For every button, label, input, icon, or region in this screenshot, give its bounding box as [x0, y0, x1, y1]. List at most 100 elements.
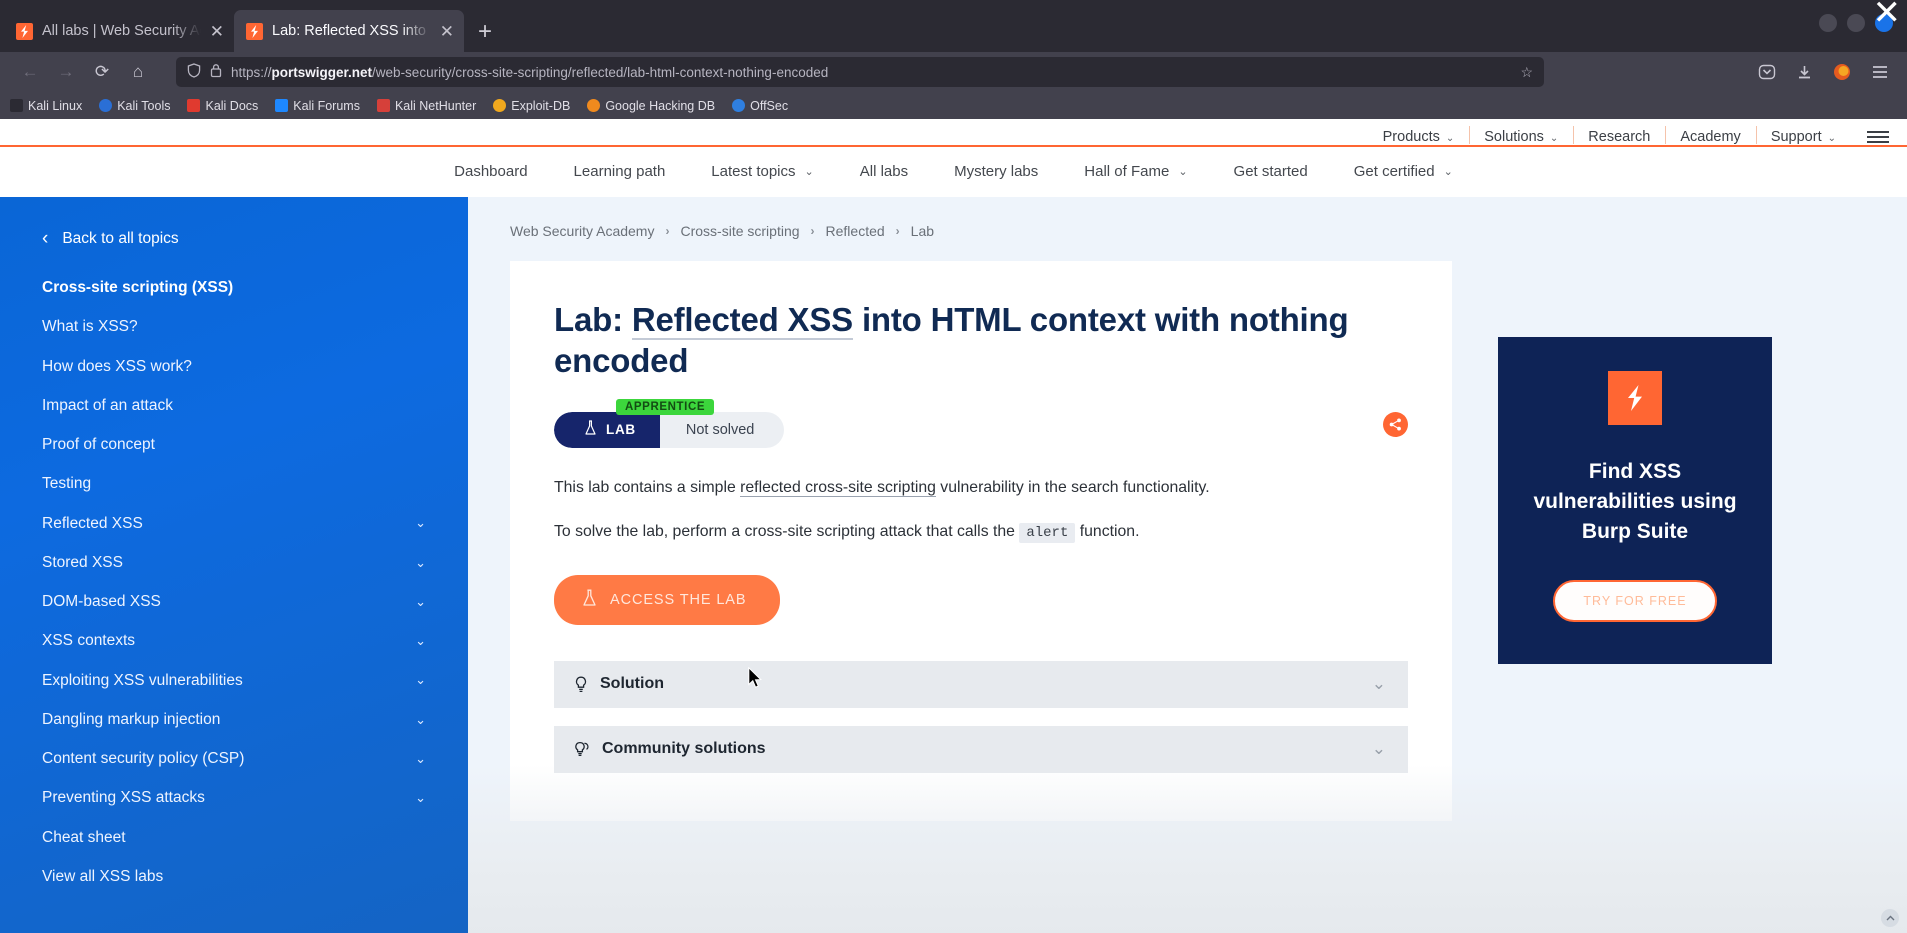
try-for-free-button[interactable]: TRY FOR FREE — [1553, 580, 1717, 623]
chevron-down-icon[interactable]: ⌄ — [415, 670, 426, 690]
academy-nav-mystery-labs[interactable]: Mystery labs — [931, 163, 1061, 180]
breadcrumb-item-lab: Lab — [910, 223, 935, 239]
desc-2-part-a: To solve the lab, perform a cross-site s… — [554, 522, 1020, 540]
bookmark-star-icon[interactable]: ☆ — [1520, 64, 1533, 81]
accordion-solution[interactable]: Solution ⌄ — [554, 660, 1408, 708]
browser-tab-1-close-icon[interactable]: ✕ — [210, 23, 224, 40]
chevron-down-icon[interactable]: ⌄ — [1372, 739, 1386, 759]
access-the-lab-button[interactable]: ACCESS THE LAB — [554, 574, 781, 625]
bookmark-offsec[interactable]: OffSec — [732, 99, 788, 113]
academy-nav-get-certified[interactable]: Get certified ⌄ — [1331, 163, 1476, 180]
browser-tab-2-close-icon[interactable]: ✕ — [440, 23, 454, 40]
forward-button[interactable]: → — [48, 56, 84, 88]
bookmark-exploit-db[interactable]: Exploit-DB — [493, 99, 570, 113]
portswigger-favicon — [246, 22, 263, 40]
sidebar-item-reflected-xss[interactable]: Reflected XSS ⌄ — [0, 504, 468, 543]
browser-tab-2[interactable]: Lab: Reflected XSS into H ✕ — [234, 10, 464, 52]
breadcrumb-separator: › — [810, 224, 815, 238]
site-top-nav: Products ⌄ Solutions ⌄ Research Academy Su… — [0, 119, 1907, 145]
chevron-down-icon[interactable]: ⌄ — [1372, 674, 1386, 694]
sidebar-item-label: Impact of an attack — [42, 396, 173, 414]
kali-nethunter-icon — [376, 99, 390, 112]
breadcrumb-item-cross-site-scripting[interactable]: Cross-site scripting — [680, 223, 799, 239]
portswigger-favicon — [16, 22, 33, 40]
top-nav-products[interactable]: Products ⌄ — [1368, 129, 1470, 145]
promo-headline: Find XSS vulnerabilities using Burp Suit… — [1533, 460, 1737, 543]
academy-nav-dashboard[interactable]: Dashboard — [431, 163, 550, 180]
sidebar-item-what-is-xss[interactable]: What is XSS? — [0, 307, 468, 346]
bookmark-google-hacking-db[interactable]: Google Hacking DB — [587, 99, 715, 113]
chevron-down-icon[interactable]: ⌄ — [415, 710, 426, 730]
sidebar-item-view-all-xss-labs[interactable]: View all XSS labs — [0, 857, 468, 896]
browser-tab-1[interactable]: All labs | Web Security Ac ✕ — [4, 10, 234, 52]
lightbulb-icon — [574, 676, 588, 693]
sidebar-item-dangling-markup-injection[interactable]: Dangling markup injection ⌄ — [0, 700, 468, 739]
sidebar-item-testing[interactable]: Testing — [0, 464, 468, 503]
breadcrumb-separator: › — [895, 224, 900, 238]
chevron-down-icon[interactable]: ⌄ — [415, 513, 426, 533]
bookmark-kali-tools[interactable]: Kali Tools — [99, 99, 170, 113]
sidebar-item-content-security-policy[interactable]: Content security policy (CSP) ⌄ — [0, 739, 468, 778]
academy-nav-hall-of-fame[interactable]: Hall of Fame ⌄ — [1061, 163, 1210, 180]
shield-icon[interactable] — [187, 63, 201, 81]
share-icon[interactable] — [1383, 411, 1408, 437]
chevron-down-icon[interactable]: ⌄ — [415, 592, 426, 612]
new-tab-button[interactable]: + — [464, 20, 506, 52]
close-icon[interactable]: ✕ — [1873, 0, 1902, 30]
academy-nav-label: Latest topics — [711, 163, 796, 180]
top-nav-academy[interactable]: Academy — [1665, 126, 1755, 145]
lab-description-line-2: To solve the lab, perform a cross-site s… — [554, 520, 1408, 545]
url-text[interactable]: https://portswigger.net/web-security/cro… — [231, 65, 1511, 80]
top-nav-solutions[interactable]: Solutions ⌄ — [1469, 126, 1573, 145]
lab-title-prefix: Lab: — [554, 301, 632, 338]
sidebar-item-stored-xss[interactable]: Stored XSS ⌄ — [0, 543, 468, 582]
page-title: Lab: Reflected XSS into HTML context wit… — [554, 299, 1408, 382]
reload-button[interactable]: ⟳ — [84, 56, 120, 88]
bookmark-kali-forums[interactable]: Kali Forums — [275, 99, 360, 113]
sidebar-item-cheat-sheet[interactable]: Cheat sheet — [0, 818, 468, 857]
sidebar-back-to-all-topics[interactable]: ‹ Back to all topics — [0, 225, 468, 268]
lock-icon[interactable] — [210, 63, 222, 81]
sidebar-item-preventing-xss-attacks[interactable]: Preventing XSS attacks ⌄ — [0, 778, 468, 817]
bookmark-kali-docs[interactable]: Kali Docs — [187, 99, 258, 113]
sidebar-item-dom-based-xss[interactable]: DOM-based XSS ⌄ — [0, 582, 468, 621]
academy-nav-get-started[interactable]: Get started — [1211, 163, 1331, 180]
reflected-xss-link[interactable]: reflected cross-site scripting — [740, 478, 936, 497]
sidebar-item-exploiting-xss-vulnerabilities[interactable]: Exploiting XSS vulnerabilities ⌄ — [0, 661, 468, 700]
window-minimize-button[interactable] — [1819, 14, 1837, 32]
sidebar-item-label: How does XSS work? — [42, 357, 192, 375]
sidebar-item-how-does-xss-work[interactable]: How does XSS work? — [0, 347, 468, 386]
sidebar-item-impact-of-an-attack[interactable]: Impact of an attack — [0, 386, 468, 425]
chevron-down-icon[interactable]: ⌄ — [415, 749, 426, 769]
back-button[interactable]: ← — [12, 56, 48, 88]
academy-nav-learning-path[interactable]: Learning path — [551, 163, 689, 180]
academy-nav-all-labs[interactable]: All labs — [837, 163, 931, 180]
firefox-account-icon[interactable] — [1833, 63, 1851, 81]
desc-1-part-a: This lab contains a simple — [554, 478, 741, 496]
lab-title-link[interactable]: Reflected XSS — [631, 301, 853, 340]
sidebar-item-cross-site-scripting[interactable]: Cross-site scripting (XSS) — [0, 268, 468, 307]
site-menu-icon[interactable] — [1867, 131, 1889, 143]
accordion-community-solutions[interactable]: Community solutions ⌄ — [554, 725, 1408, 773]
bookmark-kali-nethunter[interactable]: Kali NetHunter — [376, 98, 477, 113]
breadcrumb-item-web-security-academy[interactable]: Web Security Academy — [510, 223, 654, 239]
sidebar-item-xss-contexts[interactable]: XSS contexts ⌄ — [0, 621, 468, 660]
window-maximize-button[interactable] — [1847, 14, 1865, 32]
breadcrumb-item-reflected[interactable]: Reflected — [826, 223, 885, 239]
sidebar-item-proof-of-concept[interactable]: Proof of concept — [0, 425, 468, 464]
bookmark-label: Kali NetHunter — [394, 98, 477, 113]
chevron-down-icon[interactable]: ⌄ — [415, 788, 426, 808]
chevron-down-icon[interactable]: ⌄ — [415, 631, 426, 651]
downloads-icon[interactable] — [1796, 64, 1813, 81]
top-nav-support[interactable]: Support ⌄ — [1755, 126, 1851, 145]
scroll-to-top-button[interactable] — [1881, 909, 1899, 927]
home-button[interactable]: ⌂ — [120, 56, 156, 88]
address-bar[interactable]: https://portswigger.net/web-security/cro… — [176, 57, 1544, 87]
top-nav-research[interactable]: Research — [1573, 126, 1665, 145]
bookmark-kali-linux[interactable]: Kali Linux — [10, 99, 82, 113]
chevron-down-icon[interactable]: ⌄ — [415, 553, 426, 573]
academy-nav-latest-topics[interactable]: Latest topics ⌄ — [688, 163, 836, 180]
sidebar-item-label: Cross-site scripting (XSS) — [42, 279, 234, 296]
pocket-icon[interactable] — [1758, 63, 1776, 81]
app-menu-icon[interactable] — [1871, 64, 1889, 80]
